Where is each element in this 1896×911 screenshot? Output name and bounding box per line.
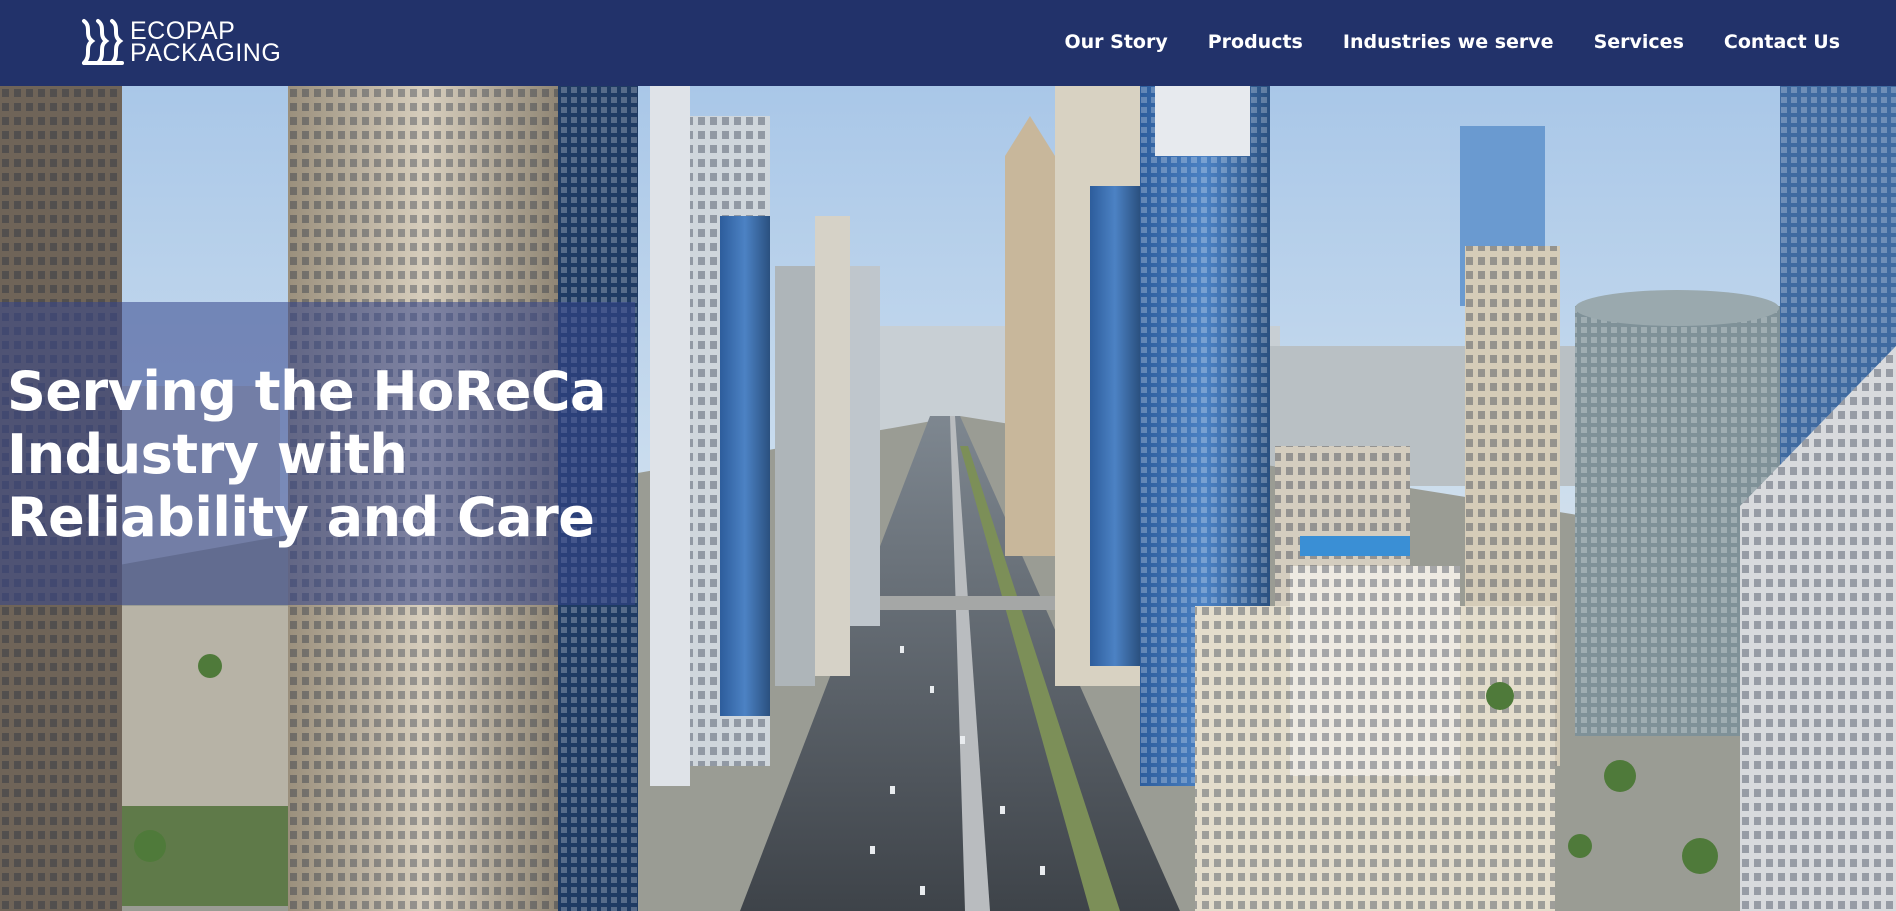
nav-our-story[interactable]: Our Story xyxy=(1064,31,1167,53)
brand-logo[interactable]: ECOPAP PACKAGING xyxy=(80,17,281,67)
nav-services[interactable]: Services xyxy=(1594,31,1684,53)
brand-name: ECOPAP PACKAGING xyxy=(130,19,282,67)
nav-products[interactable]: Products xyxy=(1208,31,1303,53)
hero-section: Serving the HoReCa Industry with Reliabi… xyxy=(0,86,1896,911)
hero-title: Serving the HoReCa Industry with Reliabi… xyxy=(7,360,607,549)
nav-contact-us[interactable]: Contact Us xyxy=(1724,31,1840,53)
page: ECOPAP PACKAGING Our Story Products Indu… xyxy=(0,0,1896,911)
ecopap-logo-icon xyxy=(82,19,124,65)
brand-name-line2: PACKAGING xyxy=(130,39,282,67)
site-header: ECOPAP PACKAGING Our Story Products Indu… xyxy=(0,0,1896,86)
nav-industries-we-serve[interactable]: Industries we serve xyxy=(1343,31,1554,53)
main-nav: Our Story Products Industries we serve S… xyxy=(1064,0,1840,84)
